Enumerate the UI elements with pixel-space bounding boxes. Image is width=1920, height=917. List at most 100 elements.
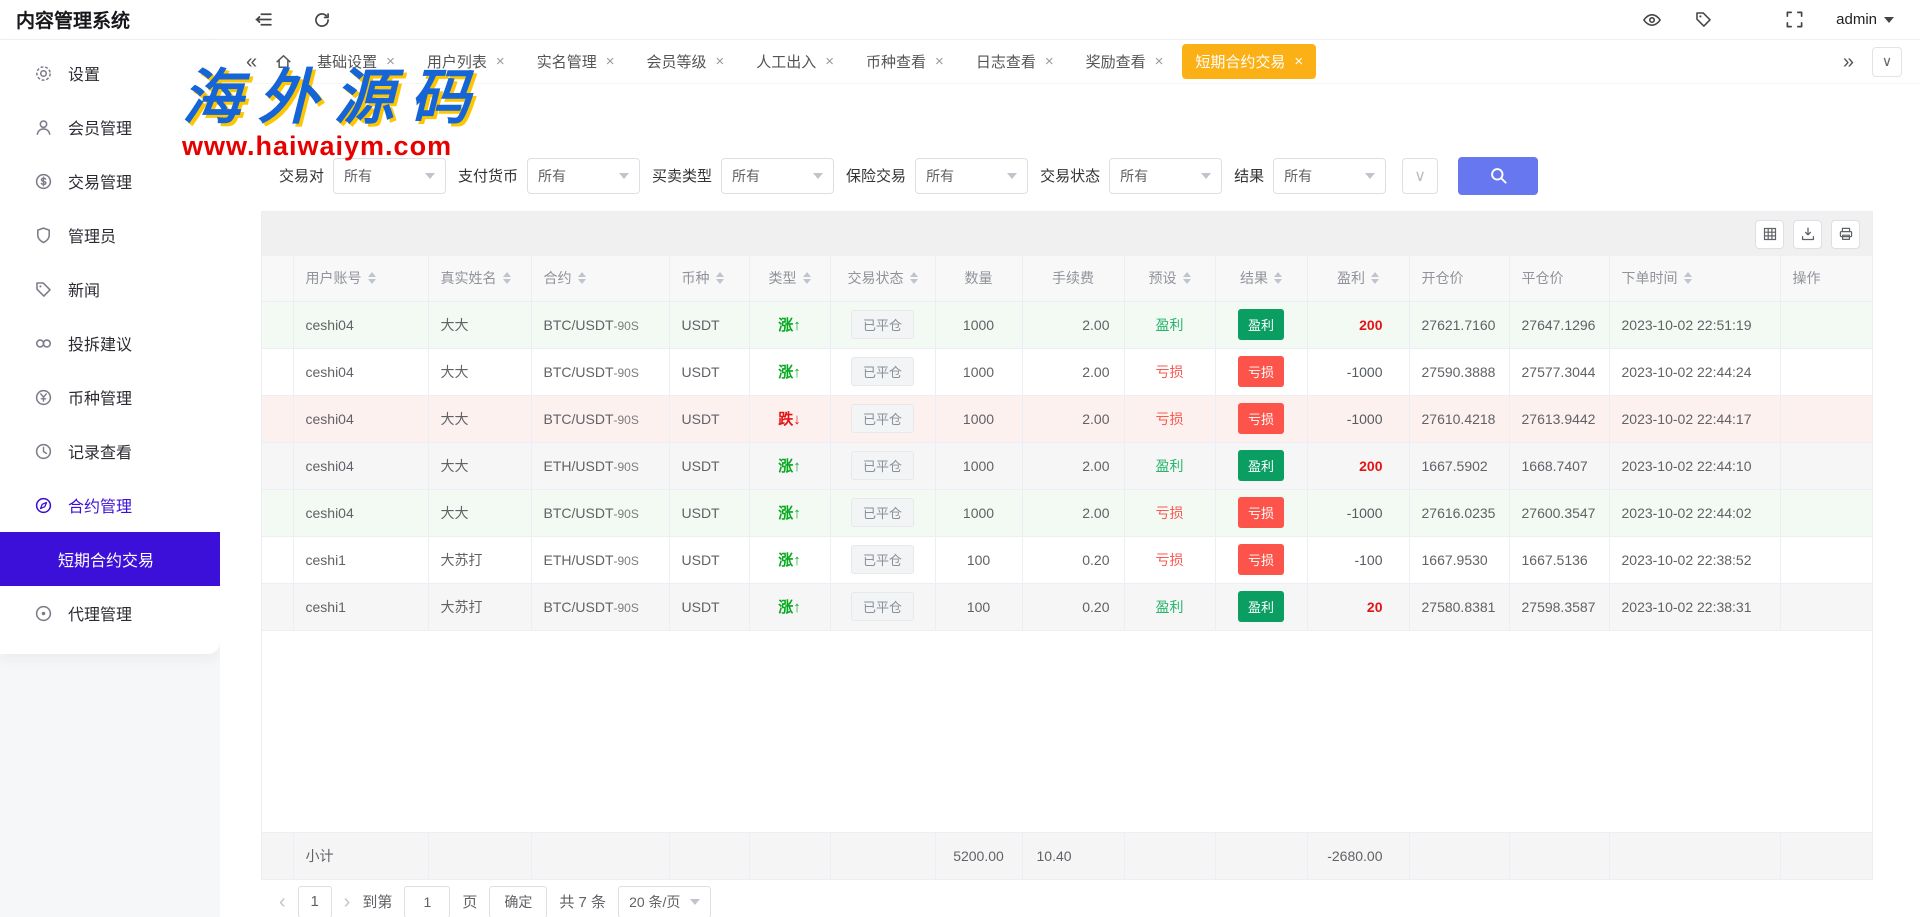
contract-period: -90S bbox=[614, 413, 639, 427]
column-header[interactable]: 预设 bbox=[1124, 256, 1215, 301]
home-tab-button[interactable] bbox=[269, 53, 298, 70]
tab-close-icon[interactable]: × bbox=[606, 54, 615, 69]
tab-close-icon[interactable]: × bbox=[386, 54, 395, 69]
cell-currency: USDT bbox=[669, 395, 749, 442]
filter-select[interactable]: 所有 bbox=[527, 158, 640, 194]
next-page-button[interactable]: › bbox=[344, 892, 351, 912]
tab-close-icon[interactable]: × bbox=[1294, 54, 1303, 69]
column-label: 手续费 bbox=[1052, 268, 1094, 288]
goto-page-input[interactable] bbox=[404, 886, 450, 917]
column-header[interactable]: 操作 bbox=[1780, 256, 1872, 301]
sidebar-item-icon bbox=[34, 172, 53, 191]
tab[interactable]: 人工出入 × bbox=[743, 44, 847, 79]
column-header[interactable]: 结果 bbox=[1215, 256, 1307, 301]
filter-group: 交易状态 所有 bbox=[1040, 158, 1222, 194]
column-header[interactable]: 币种 bbox=[669, 256, 749, 301]
table-empty-space bbox=[262, 631, 1872, 833]
sort-icon[interactable] bbox=[578, 272, 586, 284]
search-button[interactable] bbox=[1458, 157, 1538, 195]
tab-close-icon[interactable]: × bbox=[715, 54, 724, 69]
tabs-menu-button[interactable]: ∨ bbox=[1872, 47, 1902, 77]
filter-select[interactable]: 所有 bbox=[915, 158, 1028, 194]
sort-icon[interactable] bbox=[716, 272, 724, 284]
tabs-scroll-right-button[interactable]: » bbox=[1837, 52, 1860, 72]
column-header[interactable]: 开仓价 bbox=[1409, 256, 1509, 301]
sidebar-item[interactable]: 设置 bbox=[0, 46, 220, 100]
app-title: 内容管理系统 bbox=[0, 6, 220, 33]
cell-spacer bbox=[262, 348, 293, 395]
cell-real-name: 大大 bbox=[428, 301, 531, 348]
sort-icon[interactable] bbox=[910, 272, 918, 284]
column-header[interactable]: 交易状态 bbox=[830, 256, 935, 301]
chevron-down-icon bbox=[619, 173, 629, 179]
sort-icon[interactable] bbox=[368, 272, 376, 284]
tab[interactable]: 短期合约交易 × bbox=[1182, 44, 1316, 79]
tab-close-icon[interactable]: × bbox=[496, 54, 505, 69]
prev-page-button[interactable]: ‹ bbox=[279, 892, 286, 912]
page-unit-label: 页 bbox=[462, 891, 477, 912]
collapse-filters-button[interactable]: ∨ bbox=[1402, 158, 1438, 194]
sort-icon[interactable] bbox=[1684, 272, 1692, 284]
monitor-button[interactable] bbox=[1642, 10, 1662, 30]
user-menu[interactable]: admin bbox=[1836, 11, 1894, 28]
tab[interactable]: 日志查看 × bbox=[963, 44, 1067, 79]
sidebar-item[interactable]: 合约管理 bbox=[0, 478, 220, 532]
sidebar-item-icon bbox=[34, 64, 53, 83]
tab-close-icon[interactable]: × bbox=[1155, 54, 1164, 69]
cell-spacer bbox=[262, 489, 293, 536]
filter-select[interactable]: 所有 bbox=[721, 158, 834, 194]
tab-close-icon[interactable]: × bbox=[825, 54, 834, 69]
sidebar-item[interactable]: 代理管理 bbox=[0, 586, 220, 640]
tab[interactable]: 实名管理 × bbox=[524, 44, 628, 79]
sidebar-item[interactable]: 会员管理 bbox=[0, 100, 220, 154]
tab[interactable]: 币种查看 × bbox=[853, 44, 957, 79]
sidebar-item[interactable]: 交易管理 bbox=[0, 154, 220, 208]
goto-confirm-button[interactable]: 确定 bbox=[489, 886, 547, 917]
column-header[interactable]: 平仓价 bbox=[1509, 256, 1609, 301]
filter-select[interactable]: 所有 bbox=[333, 158, 446, 194]
export-button[interactable] bbox=[1793, 220, 1822, 249]
column-header[interactable]: 手续费 bbox=[1022, 256, 1124, 301]
sort-icon[interactable] bbox=[803, 272, 811, 284]
cell-order-time: 2023-10-02 22:51:19 bbox=[1609, 301, 1780, 348]
refresh-button[interactable] bbox=[313, 11, 331, 29]
sort-icon[interactable] bbox=[1274, 272, 1282, 284]
filter-select[interactable]: 所有 bbox=[1273, 158, 1386, 194]
column-header[interactable]: 用户账号 bbox=[293, 256, 428, 301]
tab[interactable]: 基础设置 × bbox=[304, 44, 408, 79]
column-header[interactable]: 真实姓名 bbox=[428, 256, 531, 301]
download-icon bbox=[1800, 226, 1816, 242]
fullscreen-button[interactable] bbox=[1785, 10, 1804, 29]
sort-icon[interactable] bbox=[503, 272, 511, 284]
column-header[interactable]: 合约 bbox=[531, 256, 669, 301]
column-header[interactable] bbox=[262, 256, 293, 301]
sidebar-item[interactable]: 管理员 bbox=[0, 208, 220, 262]
column-header[interactable]: 数量 bbox=[935, 256, 1022, 301]
column-header[interactable]: 下单时间 bbox=[1609, 256, 1780, 301]
sidebar-item[interactable]: 短期合约交易 bbox=[0, 532, 220, 586]
print-button[interactable] bbox=[1831, 220, 1860, 249]
column-header[interactable]: 盈利 bbox=[1307, 256, 1409, 301]
column-header[interactable]: 类型 bbox=[749, 256, 830, 301]
sidebar-item[interactable]: 币种管理 bbox=[0, 370, 220, 424]
direction-arrow-icon: ↑ bbox=[793, 317, 801, 334]
tab-close-icon[interactable]: × bbox=[935, 54, 944, 69]
tabs-scroll-left-button[interactable]: « bbox=[240, 52, 263, 72]
page-size-select[interactable]: 20 条/页 bbox=[618, 886, 711, 917]
tab[interactable]: 用户列表 × bbox=[414, 44, 518, 79]
column-settings-button[interactable] bbox=[1755, 220, 1784, 249]
sidebar-item[interactable]: 新闻 bbox=[0, 262, 220, 316]
tab-close-icon[interactable]: × bbox=[1045, 54, 1054, 69]
sidebar-collapse-button[interactable] bbox=[254, 10, 273, 29]
sort-icon[interactable] bbox=[1183, 272, 1191, 284]
sidebar-item[interactable]: 记录查看 bbox=[0, 424, 220, 478]
tab[interactable]: 会员等级 × bbox=[633, 44, 737, 79]
tab[interactable]: 奖励查看 × bbox=[1073, 44, 1177, 79]
tab-label: 奖励查看 bbox=[1086, 51, 1146, 72]
table-body: ceshi04 大大 BTC/USDT-90S USDT 涨↑ 已平仓 1000… bbox=[262, 301, 1872, 630]
sidebar-item[interactable]: 投拆建议 bbox=[0, 316, 220, 370]
tag-button[interactable] bbox=[1694, 10, 1713, 29]
sort-icon[interactable] bbox=[1371, 272, 1379, 284]
filter-select[interactable]: 所有 bbox=[1109, 158, 1222, 194]
page-number-button[interactable]: 1 bbox=[298, 886, 332, 917]
